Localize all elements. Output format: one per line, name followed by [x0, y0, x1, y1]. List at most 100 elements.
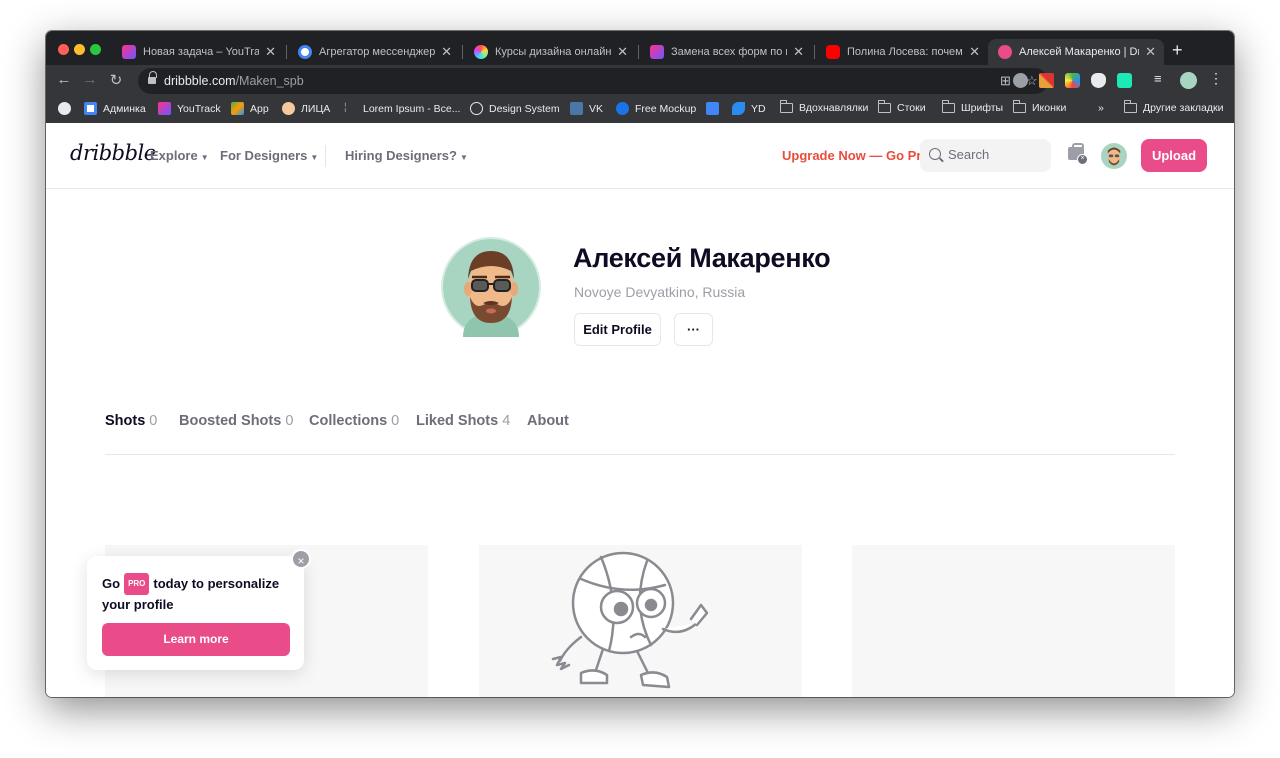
bird-extension-icon[interactable] [1117, 73, 1132, 88]
upload-button[interactable]: Upload [1141, 139, 1207, 172]
nav-explore[interactable]: Explore ▼ [150, 148, 209, 163]
messenger-icon [298, 45, 312, 59]
go-pro-message: Go PRO today to personalize your profile [102, 573, 297, 615]
bookmarks-bar: Админка YouTrack App ЛИЦА ¦ Lorem Ipsum -… [46, 97, 1234, 123]
browser-tab-active[interactable]: Алексей Макаренко | Dribb ✕ [988, 39, 1164, 65]
close-tab-icon[interactable]: ✕ [969, 44, 980, 60]
bookmark-folder-inspiration[interactable]: Вдохнавлялки [780, 100, 868, 114]
edit-profile-button[interactable]: Edit Profile [574, 313, 661, 346]
browser-tab[interactable]: Новая задача – YouTrack ✕ [112, 39, 284, 65]
dribbble-logo[interactable]: dribbble [70, 141, 156, 165]
shop-bag-icon[interactable]: × [1068, 143, 1088, 165]
dribbble-icon [998, 45, 1012, 59]
shot-placeholder-card [479, 545, 802, 697]
bookmark-app[interactable]: App [231, 102, 269, 115]
user-avatar[interactable] [1101, 143, 1127, 169]
bookmark-free-mockup[interactable]: Free Mockup [616, 102, 696, 115]
text-icon: ¦ [344, 102, 347, 113]
close-tab-icon[interactable]: ✕ [441, 44, 452, 60]
bookmark-folder-icons[interactable]: Иконки [1013, 100, 1066, 114]
vk-icon [570, 102, 583, 115]
close-tab-icon[interactable]: ✕ [1145, 44, 1156, 60]
learn-more-button[interactable]: Learn more [102, 623, 290, 656]
bookmark-vk[interactable]: VK [570, 102, 603, 115]
bookmark-globe[interactable] [58, 102, 77, 115]
bookmark-youtrack[interactable]: YouTrack [158, 102, 221, 115]
browser-window: Новая задача – YouTrack ✕ Агрегатор месс… [46, 31, 1234, 697]
close-tab-icon[interactable]: ✕ [265, 44, 276, 60]
profile-name: Алексей Макаренко [573, 243, 831, 273]
tab-liked-shots[interactable]: Liked Shots 4 [416, 413, 510, 429]
more-options-button[interactable]: ··· [674, 313, 713, 346]
pro-badge: PRO [124, 573, 150, 595]
folder-icon [1013, 100, 1026, 113]
globe-extension-icon[interactable] [1013, 73, 1028, 88]
browser-tab[interactable]: Полина Лосева: почему м ✕ [816, 39, 988, 65]
tab-about[interactable]: About [527, 413, 569, 429]
folder-icon [942, 100, 955, 113]
tabs-divider [105, 454, 1175, 455]
new-tab-icon[interactable]: + [1172, 40, 1183, 61]
close-window-button[interactable] [58, 44, 69, 55]
profile-avatar-icon[interactable] [1180, 72, 1197, 89]
tab-strip: Новая задача – YouTrack ✕ Агрегатор месс… [46, 31, 1234, 65]
browser-tab[interactable]: Замена всех форм по нов ✕ [640, 39, 812, 65]
globe-icon [58, 102, 71, 115]
minimize-window-button[interactable] [74, 44, 85, 55]
bookmark-folder-fonts[interactable]: Шрифты [942, 100, 1003, 114]
bookmarks-overflow[interactable]: » [1098, 102, 1104, 114]
close-popup-icon[interactable]: × [291, 549, 311, 569]
profile-avatar[interactable] [441, 237, 541, 337]
ghost-extension-icon[interactable] [1091, 73, 1106, 88]
reload-icon[interactable]: ↻ [106, 71, 126, 89]
url-path: /Maken_spb [235, 74, 304, 88]
search-input[interactable] [948, 147, 1043, 162]
close-tab-icon[interactable]: ✕ [793, 44, 804, 60]
tab-boosted-shots[interactable]: Boosted Shots 0 [179, 413, 293, 429]
bookmark-admin[interactable]: Админка [84, 102, 146, 115]
dribbble-mascot-illustration [551, 551, 709, 689]
translate-icon[interactable]: ⊞ [1000, 73, 1011, 89]
design-course-icon [474, 45, 488, 59]
dribbble-page: dribbble Explore ▼ For Designers ▼ Hiring … [46, 123, 1234, 697]
folder-icon [780, 100, 793, 113]
go-pro-popup: Go PRO today to personalize your profile L… [87, 556, 304, 670]
profile-location: Novoye Devyatkino, Russia [574, 284, 746, 300]
youtrack-icon [122, 45, 136, 59]
reading-list-icon[interactable]: ≡ [1154, 71, 1169, 86]
bookmark-folder-stocks[interactable]: Стоки [878, 100, 926, 114]
nav-for-designers[interactable]: For Designers ▼ [220, 148, 318, 163]
close-tab-icon[interactable]: ✕ [617, 44, 628, 60]
c-icon [616, 102, 629, 115]
folder-icon [1124, 100, 1137, 113]
chevron-down-icon: ▼ [310, 153, 319, 162]
forward-icon[interactable]: → [80, 71, 100, 88]
loop-icon [470, 102, 483, 115]
address-bar[interactable]: dribbble.com/Maken_spb ⊞ ☆ [138, 68, 1048, 94]
lock-icon [148, 71, 157, 85]
back-icon[interactable]: ← [54, 71, 74, 88]
admin-icon [84, 102, 97, 115]
yd-icon [732, 102, 745, 115]
tab-collections[interactable]: Collections 0 [309, 413, 399, 429]
bookmark-lorem[interactable]: ¦ Lorem Ipsum - Все... [344, 102, 460, 115]
color-extension-icon[interactable] [1065, 73, 1080, 88]
bookmark-other[interactable]: Другие закладки [1124, 100, 1223, 114]
bookmark-yd[interactable]: YD [732, 102, 766, 115]
browser-tab[interactable]: Курсы дизайна онлайн - П ✕ [464, 39, 636, 65]
chart-icon [706, 102, 719, 115]
url-host: dribbble.com [164, 74, 236, 88]
upgrade-link[interactable]: Upgrade Now — Go Pro [782, 148, 929, 163]
close-icon: × [1077, 154, 1088, 165]
browser-tab[interactable]: Агрегатор мессенджеров ✕ [288, 39, 460, 65]
search-box[interactable] [920, 139, 1051, 172]
menu-dots-icon[interactable]: ⋮ [1209, 70, 1224, 86]
tools-extension-icon[interactable] [1039, 73, 1054, 88]
chevron-down-icon: ▼ [459, 153, 468, 162]
bookmark-chart[interactable] [706, 102, 725, 115]
bookmark-faces[interactable]: ЛИЦА [282, 102, 330, 115]
maximize-window-button[interactable] [90, 44, 101, 55]
tab-shots[interactable]: Shots 0 [105, 413, 157, 429]
bookmark-design-system[interactable]: Design System [470, 102, 560, 115]
nav-hiring[interactable]: Hiring Designers? ▼ [345, 148, 468, 163]
